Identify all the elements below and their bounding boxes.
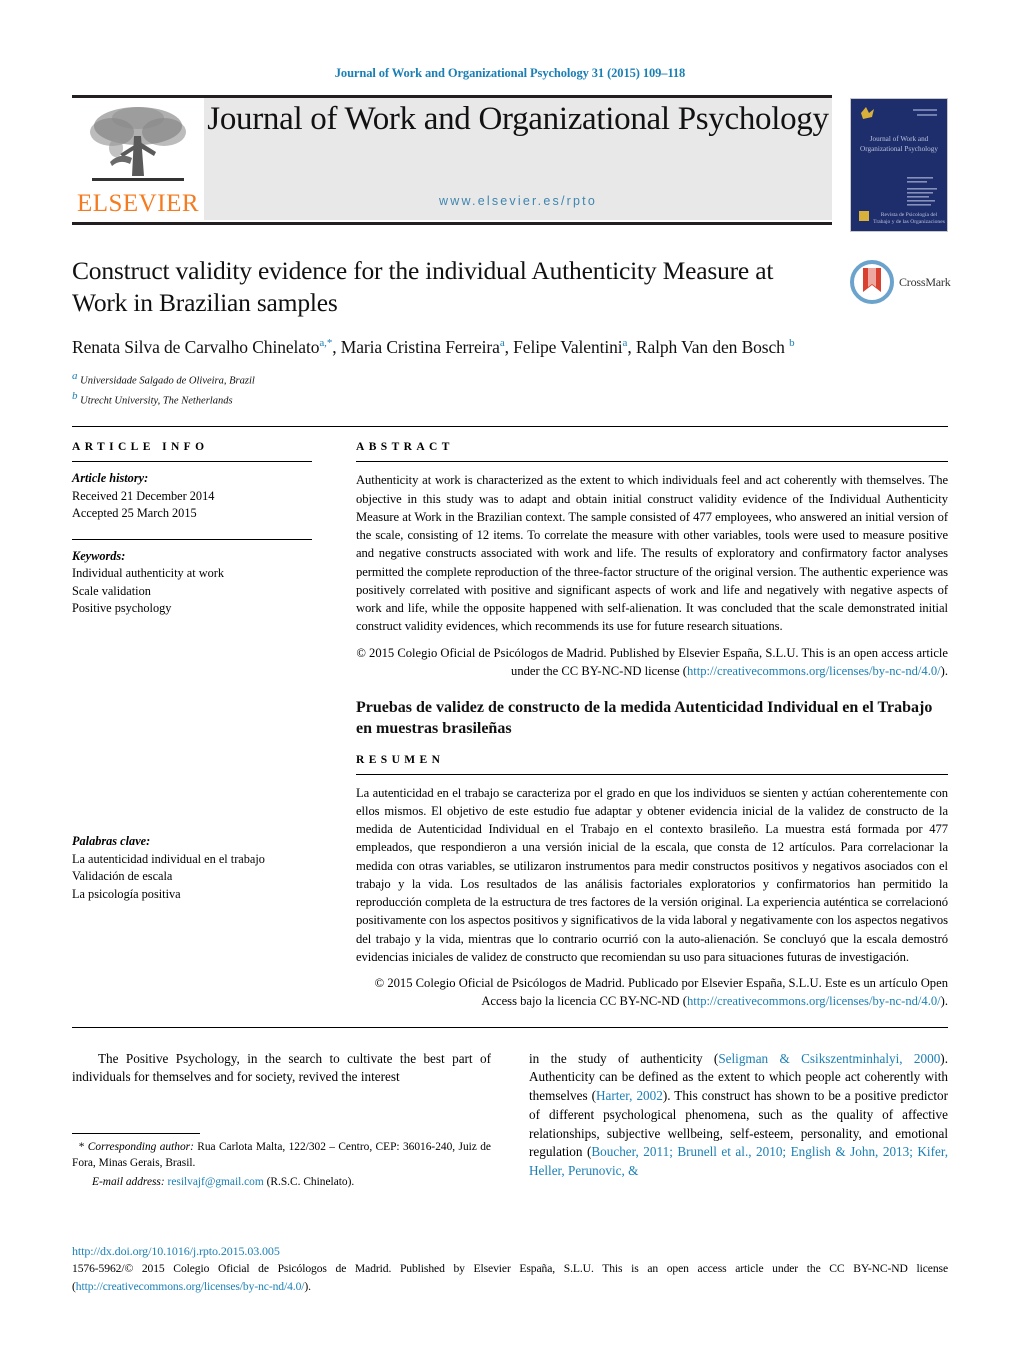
svg-text:Revista de Psicología del: Revista de Psicología del <box>881 212 938 218</box>
abstract-column: ABSTRACT Authenticity at work is charact… <box>334 427 948 1010</box>
abstract-rule <box>356 461 948 463</box>
cover-artwork: Journal of Work and Organizational Psych… <box>851 99 947 231</box>
keywords-group: Keywords: Individual authenticity at wor… <box>72 548 312 618</box>
elsevier-wordmark: ELSEVIER <box>76 190 200 217</box>
affiliation-text-b: Utrecht University, The Netherlands <box>80 395 233 407</box>
spanish-title: Pruebas de validez de constructo de la m… <box>356 699 933 737</box>
abstract-text: Authenticity at work is characterized as… <box>356 473 948 634</box>
body-column-right: in the study of authenticity (Seligman &… <box>529 1050 948 1190</box>
publication-footer: http://dx.doi.org/10.1016/j.rpto.2015.03… <box>72 1244 948 1295</box>
journal-banner: ELSEVIER Journal of Work and Organizatio… <box>72 95 948 232</box>
citation-link[interactable]: Seligman & Csikszentminhalyi, 2000 <box>718 1051 940 1066</box>
resumen-license-link[interactable]: http://creativecommons.org/licenses/by-n… <box>687 994 941 1008</box>
journal-url[interactable]: www.elsevier.es/rpto <box>204 194 832 208</box>
body-paragraph-left: The Positive Psychology, in the search t… <box>72 1050 491 1085</box>
issn-copyright: 1576-5962/© 2015 Colegio Oficial de Psic… <box>72 1260 948 1295</box>
resumen-copyright-suffix: ). <box>940 994 948 1009</box>
elsevier-logo: ELSEVIER <box>72 98 204 220</box>
resumen-copyright: © 2015 Colegio Oficial de Psicólogos de … <box>356 974 948 1011</box>
keywords-rule <box>72 538 312 540</box>
svg-text:Trabajo y de las Organizacione: Trabajo y de las Organizaciones <box>873 219 945 225</box>
citation-link[interactable]: Harter, 2002 <box>596 1088 663 1103</box>
svg-text:Journal of Work and: Journal of Work and <box>870 135 929 143</box>
affiliation-b: b Utrecht University, The Netherlands <box>72 389 948 409</box>
abstract-copyright-suffix: ). <box>940 663 948 678</box>
running-head: Journal of Work and Organizational Psych… <box>334 66 686 80</box>
email-label: E-mail address: <box>92 1175 165 1188</box>
affiliation-marker-a: a <box>72 369 78 382</box>
crossmark-badge[interactable]: CrossMark <box>850 259 954 305</box>
doi-link[interactable]: http://dx.doi.org/10.1016/j.rpto.2015.03… <box>72 1244 948 1259</box>
crossmark-icon <box>850 260 894 304</box>
corresponding-author-note: * Corresponding author: Rua Carlota Malt… <box>72 1139 491 1171</box>
keywords-label: Keywords: <box>72 548 126 563</box>
affiliation-marker-b: b <box>72 389 78 402</box>
footnote-star: * <box>78 1141 85 1154</box>
issn-license-link[interactable]: http://creativecommons.org/licenses/by-n… <box>76 1280 305 1293</box>
svg-text:Organizational Psychology: Organizational Psychology <box>860 145 938 153</box>
article-info-heading: ARTICLE INFO <box>72 441 209 454</box>
email-link[interactable]: resilvajf@gmail.com <box>168 1176 264 1188</box>
body-section-rule <box>72 1026 948 1028</box>
journal-title-box: Journal of Work and Organizational Psych… <box>204 98 832 220</box>
title-block: Construct validity evidence for the indi… <box>72 255 951 408</box>
affiliation-a: a Universidade Salgado de Oliveira, Braz… <box>72 369 948 389</box>
body-columns: The Positive Psychology, in the search t… <box>72 1050 948 1190</box>
palabras-clave-group: Palabras clave: La autenticidad individu… <box>72 833 312 903</box>
keyword-item: Individual authenticity at work <box>72 566 224 581</box>
elsevier-tree-icon <box>90 107 186 181</box>
article-history-label: Article history: <box>72 471 149 486</box>
crossmark-label: CrossMark <box>899 274 951 289</box>
article-history-received: Received 21 December 2014 <box>72 488 215 503</box>
palabras-clave-label: Palabras clave: <box>72 834 151 849</box>
article-page: Journal of Work and Organizational Psych… <box>0 0 1020 1351</box>
author-list: Renata Silva de Carvalho Chinelatoa,*, M… <box>72 336 948 360</box>
resumen-text: La autenticidad en el trabajo se caracte… <box>356 785 948 964</box>
article-info-rule <box>72 461 312 463</box>
resumen-heading: RESUMEN <box>356 753 445 766</box>
journal-title: Journal of Work and Organizational Psych… <box>207 101 829 137</box>
abstract-copyright: © 2015 Colegio Oficial de Psicólogos de … <box>356 644 948 681</box>
article-info-column: ARTICLE INFO Article history: Received 2… <box>72 427 334 1010</box>
page-title: Construct validity evidence for the indi… <box>72 256 774 318</box>
resumen-rule <box>356 773 948 775</box>
body-column-left: The Positive Psychology, in the search t… <box>72 1050 491 1190</box>
footnote-rule <box>72 1133 200 1135</box>
abstract-heading: ABSTRACT <box>356 441 454 454</box>
palabra-item: La psicología positiva <box>72 886 181 901</box>
abstract-license-link[interactable]: http://creativecommons.org/licenses/by-n… <box>687 664 941 678</box>
email-note: E-mail address: resilvajf@gmail.com (R.S… <box>72 1174 491 1190</box>
palabra-item: La autenticidad individual en el trabajo <box>72 851 265 866</box>
affiliations: a Universidade Salgado de Oliveira, Braz… <box>72 369 948 408</box>
palabra-item: Validación de escala <box>72 869 173 884</box>
email-suffix: (R.S.C. Chinelato). <box>266 1175 355 1188</box>
corresponding-author-label: Corresponding author: <box>87 1141 194 1154</box>
article-history-accepted: Accepted 25 March 2015 <box>72 506 197 521</box>
body-paragraph-right: in the study of authenticity (Seligman &… <box>529 1050 948 1179</box>
citation-link[interactable]: Boucher, 2011; Brunell et al., 2010; Eng… <box>529 1144 948 1178</box>
footnote-block: * Corresponding author: Rua Carlota Malt… <box>72 1139 491 1190</box>
abstract-area: ARTICLE INFO Article history: Received 2… <box>72 427 948 1010</box>
affiliation-text-a: Universidade Salgado de Oliveira, Brazil <box>80 375 255 387</box>
issn-suffix: ). <box>304 1279 311 1293</box>
keyword-item: Positive psychology <box>72 601 172 616</box>
article-history: Article history: Received 21 December 20… <box>72 470 312 522</box>
keyword-item: Scale validation <box>72 583 151 598</box>
journal-cover-thumbnail: Journal of Work and Organizational Psych… <box>850 98 948 232</box>
banner-bottom-rule <box>72 222 832 225</box>
authors-text: Renata Silva de Carvalho Chinelatoa,*, M… <box>72 337 795 358</box>
